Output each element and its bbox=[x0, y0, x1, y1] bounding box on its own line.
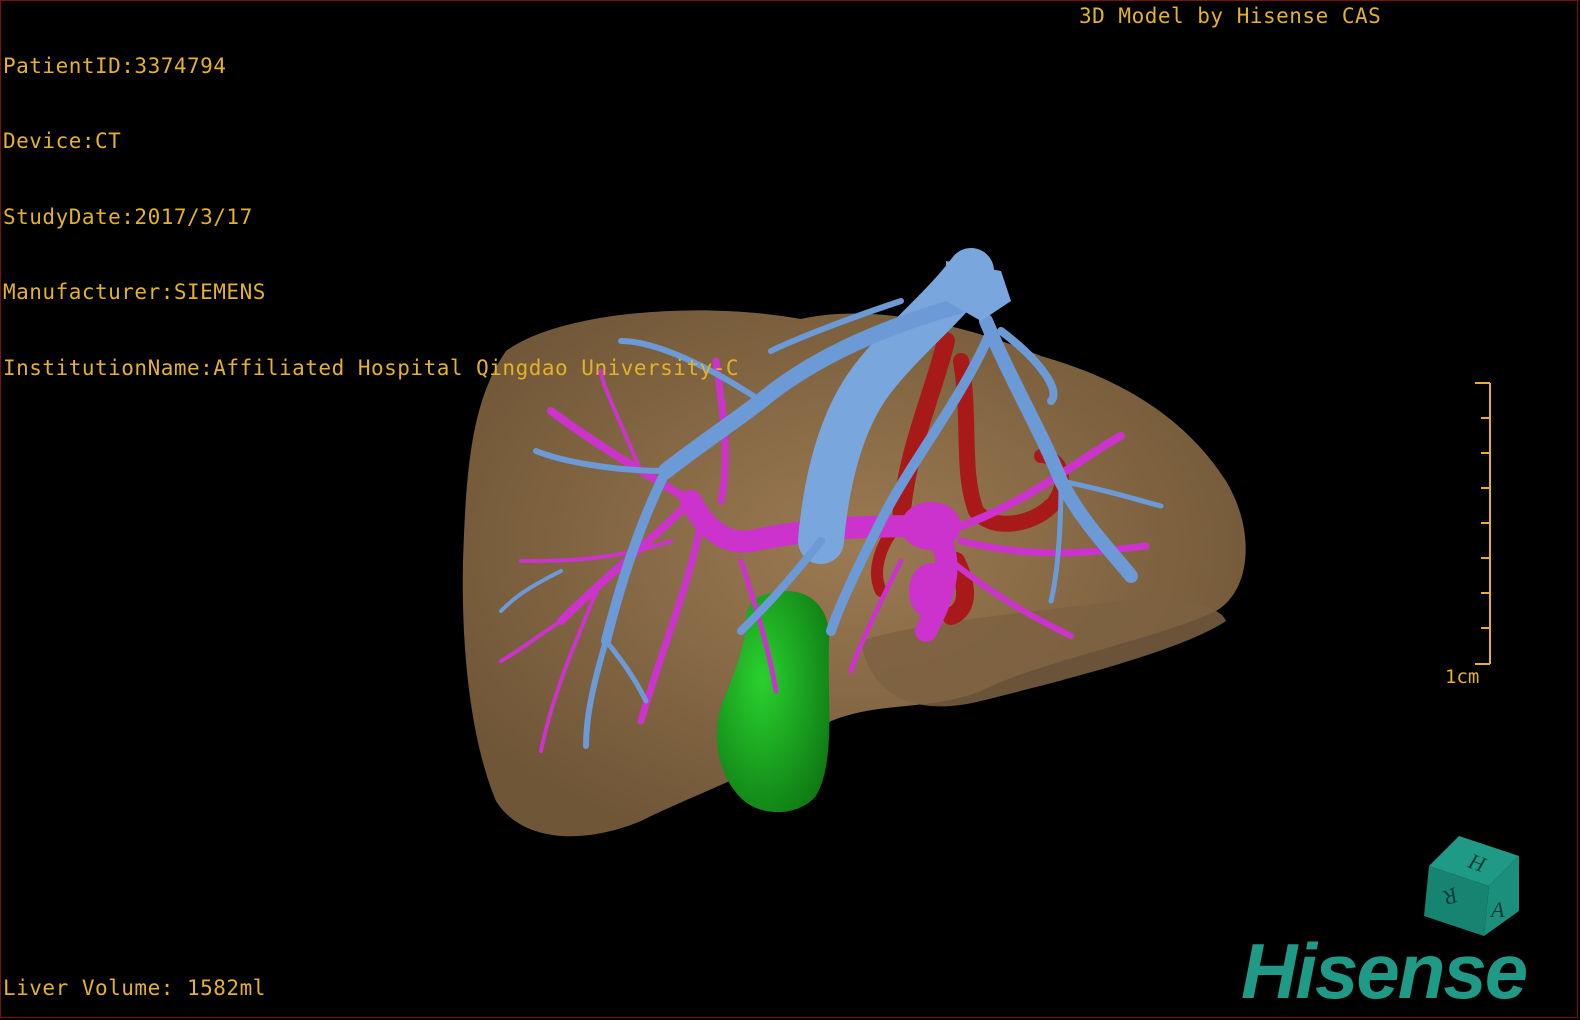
3d-viewport[interactable]: PatientID:3374794 Device:CT StudyDate:20… bbox=[0, 0, 1578, 1018]
cube-face-a: A bbox=[1489, 897, 1505, 922]
scale-bar bbox=[1475, 382, 1491, 665]
manufacturer-text: Manufacturer:SIEMENS bbox=[3, 280, 266, 305]
hisense-logo: Hisense bbox=[1241, 927, 1528, 1015]
patient-info: PatientID:3374794 Device:CT StudyDate:20… bbox=[3, 4, 739, 431]
study-date-text: StudyDate:2017/3/17 bbox=[3, 204, 253, 229]
device-text: Device:CT bbox=[3, 129, 122, 154]
institution-text: InstitutionName:Affiliated Hospital Qing… bbox=[3, 355, 740, 380]
scale-label: 1cm bbox=[1445, 666, 1480, 688]
patient-id-text: PatientID:3374794 bbox=[3, 54, 227, 78]
model-brand-title: 3D Model by Hisense CAS bbox=[1079, 4, 1382, 28]
liver-volume-text: Liver Volume: 1582ml bbox=[3, 976, 266, 1000]
orientation-cube[interactable]: H A R bbox=[1419, 831, 1529, 941]
